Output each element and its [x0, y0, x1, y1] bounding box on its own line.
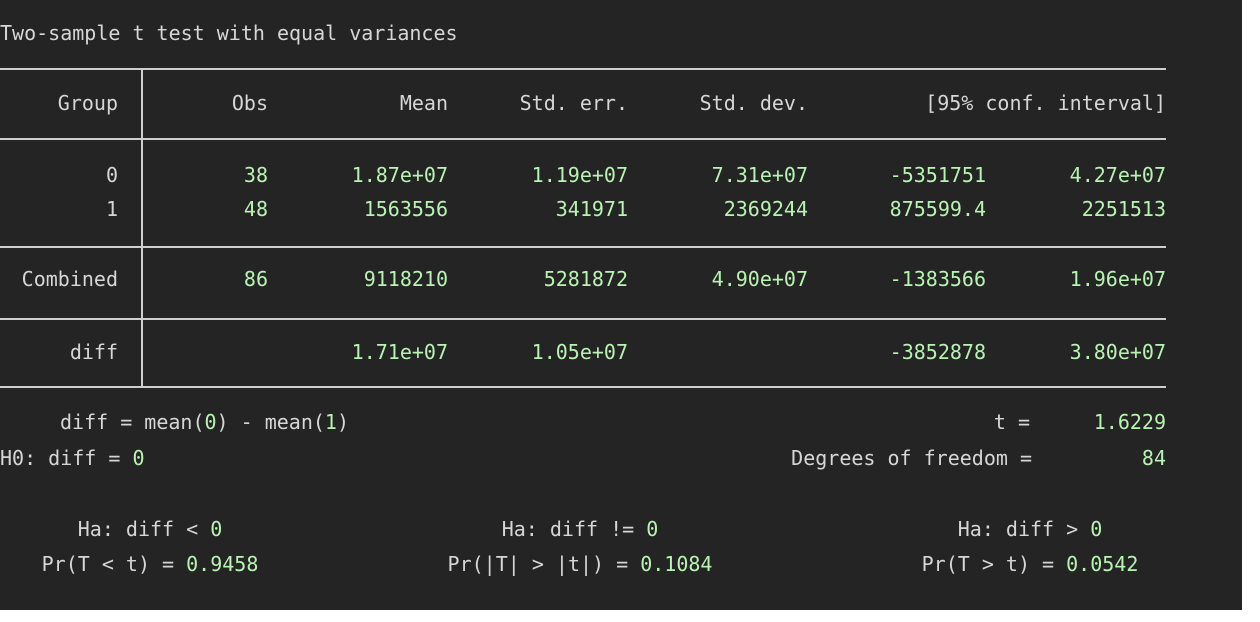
- cell-ci-low: -3852878: [889, 340, 986, 364]
- ha-left: Ha: diff < 0: [0, 516, 300, 542]
- pr-mid-label: Pr(|T| > |t|) =: [447, 552, 641, 576]
- table-column-separator: [141, 68, 143, 388]
- cell-ci-low: -5351751: [889, 163, 986, 187]
- ha-right-prefix: Ha: diff >: [957, 517, 1091, 541]
- pr-left-value: 0.9458: [186, 552, 259, 576]
- cell-ci-high: 2251513: [1081, 197, 1166, 221]
- cell-mean: 1.71e+07: [351, 340, 448, 364]
- cell-std-dev: 4.90e+07: [711, 267, 808, 291]
- pr-left: Pr(T < t) = 0.9458: [0, 551, 300, 577]
- diff-def-prefix: diff = mean(: [60, 410, 205, 434]
- cell-std-err: 1.05e+07: [531, 340, 628, 364]
- cell-obs: 86: [243, 267, 268, 291]
- header-group: Group: [57, 91, 118, 115]
- ha-mid-prefix: Ha: diff !=: [501, 517, 647, 541]
- header-rule: [0, 138, 1166, 140]
- df-label: Degrees of freedom =: [791, 446, 1032, 470]
- cell-ci-high: 3.80e+07: [1069, 340, 1166, 364]
- diff-def-group1: 1: [324, 410, 337, 434]
- cell-group: 1: [105, 197, 118, 221]
- header-mean: Mean: [399, 91, 448, 115]
- ha-left-value: 0: [210, 517, 223, 541]
- pr-mid-value: 0.1084: [640, 552, 713, 576]
- header-std-dev: Std. dev.: [699, 91, 808, 115]
- t-stat-label: t =: [993, 410, 1030, 434]
- cell-std-dev: 7.31e+07: [711, 163, 808, 187]
- combined-rule: [0, 246, 1166, 248]
- pr-left-label: Pr(T < t) =: [41, 552, 187, 576]
- pr-right-value: 0.0542: [1066, 552, 1139, 576]
- cell-std-dev: 2369244: [723, 197, 808, 221]
- diff-def-suffix: ): [336, 410, 350, 434]
- cell-ci-low: -1383566: [889, 267, 986, 291]
- ha-left-prefix: Ha: diff <: [77, 517, 211, 541]
- pr-mid: Pr(|T| > |t|) = 0.1084: [400, 551, 760, 577]
- cell-mean: 1.87e+07: [351, 163, 448, 187]
- test-title: Two-sample t test with equal variances: [0, 21, 458, 45]
- h0-value: 0: [132, 446, 145, 470]
- pr-right: Pr(T > t) = 0.0542: [880, 551, 1180, 577]
- diff-rule: [0, 318, 1166, 320]
- cell-ci-low: 875599.4: [889, 197, 986, 221]
- cell-std-err: 341971: [555, 197, 628, 221]
- cell-group: diff: [69, 340, 118, 364]
- diff-def-group0: 0: [204, 410, 217, 434]
- diff-def-mid: ) - mean(: [216, 410, 325, 434]
- cell-mean: 1563556: [363, 197, 448, 221]
- diff-definition: diff = mean(0) - mean(1): [60, 409, 349, 435]
- cell-std-err: 1.19e+07: [531, 163, 628, 187]
- h0-prefix: H0: diff =: [0, 446, 133, 470]
- cell-obs: 48: [243, 197, 268, 221]
- header-std-err: Std. err.: [519, 91, 628, 115]
- ha-right: Ha: diff > 0: [880, 516, 1180, 542]
- header-conf-interval: [95% conf. interval]: [925, 91, 1166, 115]
- header-obs: Obs: [231, 91, 268, 115]
- cell-obs: 38: [243, 163, 268, 187]
- ha-right-value: 0: [1090, 517, 1103, 541]
- table-top-rule: [0, 68, 1166, 70]
- df-value: 84: [1141, 446, 1166, 470]
- pr-right-label: Pr(T > t) =: [921, 552, 1067, 576]
- cell-group: 0: [105, 163, 118, 187]
- stata-results-window: Two-sample t test with equal variances G…: [0, 0, 1242, 610]
- ha-mid: Ha: diff != 0: [440, 516, 720, 542]
- table-bottom-rule: [0, 386, 1166, 388]
- ha-mid-value: 0: [646, 517, 659, 541]
- t-stat-value: 1.6229: [1093, 410, 1166, 434]
- cell-ci-high: 1.96e+07: [1069, 267, 1166, 291]
- null-hypothesis: H0: diff = 0: [0, 445, 145, 471]
- cell-group: Combined: [21, 267, 118, 291]
- cell-ci-high: 4.27e+07: [1069, 163, 1166, 187]
- cell-mean: 9118210: [363, 267, 448, 291]
- cell-std-err: 5281872: [543, 267, 628, 291]
